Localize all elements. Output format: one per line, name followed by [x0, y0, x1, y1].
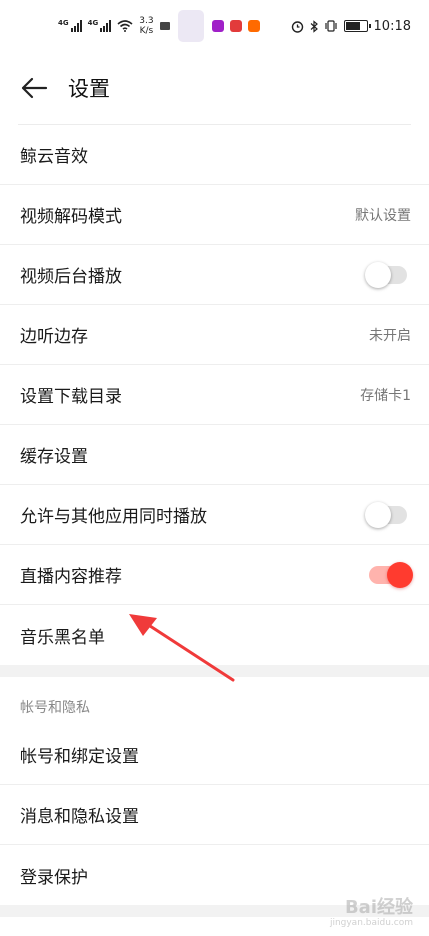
status-right: 10:18	[291, 19, 411, 34]
toggle-knob	[365, 261, 391, 288]
setting-label: 帐号和绑定设置	[20, 747, 139, 767]
setting-label: 允许与其他应用同时播放	[20, 507, 207, 527]
settings-list: 鲸云音效 视频解码模式 默认设置 视频后台播放 边听边存 未开启 设置下载目录 …	[0, 125, 429, 665]
setting-video-decode-mode[interactable]: 视频解码模式 默认设置	[0, 185, 429, 245]
setting-label: 鲸云音效	[20, 147, 88, 167]
setting-value: 默认设置	[355, 207, 411, 224]
setting-label: 登录保护	[20, 867, 88, 888]
network-speed: 3.3 K/s	[139, 16, 153, 36]
toggle-knob	[387, 561, 413, 588]
alarm-icon	[291, 20, 303, 33]
signal-icon: 4G	[88, 20, 112, 32]
signal-icon: 4G	[58, 20, 82, 32]
setting-label: 视频解码模式	[20, 207, 122, 227]
setting-video-background-play: 视频后台播放	[0, 245, 429, 305]
live-recommendation-toggle[interactable]	[369, 561, 413, 588]
setting-message-privacy[interactable]: 消息和隐私设置	[0, 785, 429, 845]
bluetooth-icon	[310, 19, 318, 33]
network-type-label: 4G	[58, 19, 69, 27]
notification-app-icon	[247, 20, 260, 32]
setting-sound-effect[interactable]: 鲸云音效	[0, 125, 429, 185]
notification-app-icon	[211, 20, 224, 32]
account-settings-list: 帐号和绑定设置 消息和隐私设置 登录保护	[0, 725, 429, 905]
setting-listen-and-save[interactable]: 边听边存 未开启	[0, 305, 429, 365]
watermark-url: jingyan.baidu.com	[329, 918, 413, 928]
page-title: 设置	[68, 77, 110, 101]
setting-allow-concurrent-play: 允许与其他应用同时播放	[0, 485, 429, 545]
top-bar: 设置	[0, 52, 429, 124]
section-gap	[0, 665, 429, 677]
watermark-brand: Bai经验	[344, 897, 413, 918]
notification-app-icon	[159, 22, 170, 30]
status-bar: 4G 4G 3.3 K/s 10:18	[0, 0, 429, 52]
watermark: Bai经验 jingyan.baidu.com	[330, 899, 413, 928]
wifi-icon	[117, 20, 133, 32]
setting-value: 存储卡1	[360, 387, 411, 404]
concurrent-play-toggle[interactable]	[365, 501, 407, 528]
clock: 10:18	[373, 18, 411, 34]
blurred-notification	[177, 10, 204, 42]
vibrate-icon	[324, 20, 337, 32]
setting-download-directory[interactable]: 设置下载目录 存储卡1	[0, 365, 429, 425]
setting-label: 消息和隐私设置	[20, 807, 139, 827]
video-background-toggle[interactable]	[365, 261, 407, 288]
network-speed-value: 3.3	[139, 16, 154, 26]
toggle-knob	[365, 501, 391, 528]
setting-label: 直播内容推荐	[20, 567, 122, 587]
setting-login-protection[interactable]: 登录保护	[0, 845, 429, 905]
setting-cache[interactable]: 缓存设置	[0, 425, 429, 485]
setting-label: 边听边存	[20, 327, 88, 347]
setting-label: 音乐黑名单	[20, 627, 105, 648]
network-speed-unit: K/s	[139, 26, 154, 36]
setting-account-binding[interactable]: 帐号和绑定设置	[0, 725, 429, 785]
setting-value: 未开启	[369, 327, 411, 344]
setting-label: 设置下载目录	[20, 387, 122, 407]
back-arrow-icon[interactable]	[20, 76, 48, 100]
setting-label: 缓存设置	[20, 447, 88, 467]
setting-music-blacklist[interactable]: 音乐黑名单	[0, 605, 429, 665]
status-left: 4G 4G 3.3 K/s	[58, 10, 260, 42]
network-type-label: 4G	[87, 19, 99, 27]
notification-app-icon	[229, 20, 242, 32]
setting-label: 视频后台播放	[20, 267, 122, 287]
section-title-account-privacy: 帐号和隐私	[20, 700, 90, 716]
battery-icon	[343, 20, 371, 32]
setting-live-recommendation: 直播内容推荐	[0, 545, 429, 605]
